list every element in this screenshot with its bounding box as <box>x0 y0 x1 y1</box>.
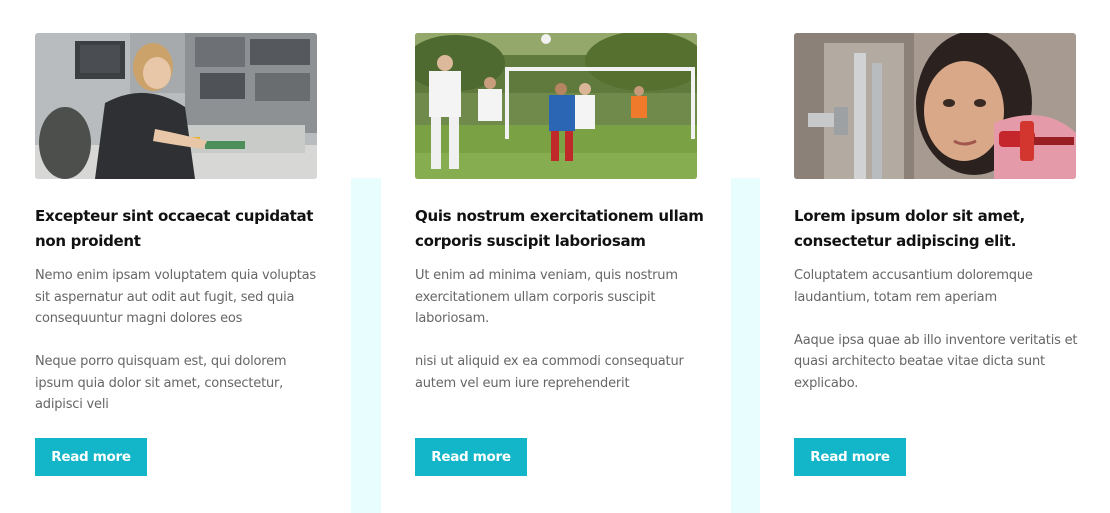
read-more-button[interactable]: Read more <box>35 438 147 476</box>
card-paragraph: Neque porro quisquam est, qui dolorem ip… <box>35 354 287 412</box>
card-title: Quis nostrum exercitationem ullam corpor… <box>415 207 704 250</box>
card-paragraph: Aaque ipsa quae ab illo inventore verita… <box>794 332 1078 391</box>
card-plumbing: Lorem ipsum dolor sit amet, consectetur … <box>760 0 1110 513</box>
card-image-plumbing[interactable] <box>794 33 1076 179</box>
card-paragraph: Nemo enim ipsam voluptatem quia voluptas… <box>35 268 317 326</box>
card-image-soccer[interactable] <box>415 33 697 179</box>
card-body: Coluptatem accusantium doloremque laudan… <box>794 265 1084 394</box>
services-section: Excepteur sint occaecat cupidatat non pr… <box>0 0 1110 513</box>
card-body: Nemo enim ipsam voluptatem quia voluptas… <box>35 265 325 416</box>
photo-woman-with-wrench <box>794 33 1076 179</box>
card-image-electronics-lab[interactable] <box>35 33 317 179</box>
card-soccer: Quis nostrum exercitationem ullam corpor… <box>381 0 731 513</box>
card-paragraph: Coluptatem accusantium doloremque laudan… <box>794 268 1033 305</box>
read-more-button[interactable]: Read more <box>415 438 527 476</box>
card-title: Excepteur sint occaecat cupidatat non pr… <box>35 207 314 250</box>
card-body: Ut enim ad minima veniam, quis nostrum e… <box>415 265 705 394</box>
card-paragraph: Ut enim ad minima veniam, quis nostrum e… <box>415 268 678 326</box>
photo-soccer-players <box>415 33 697 179</box>
card-title: Lorem ipsum dolor sit amet, consectetur … <box>794 207 1025 250</box>
photo-woman-soldering <box>35 33 317 179</box>
card-paragraph: nisi ut aliquid ex ea commodi consequatu… <box>415 354 684 391</box>
card-electronics: Excepteur sint occaecat cupidatat non pr… <box>0 0 351 513</box>
read-more-button[interactable]: Read more <box>794 438 906 476</box>
